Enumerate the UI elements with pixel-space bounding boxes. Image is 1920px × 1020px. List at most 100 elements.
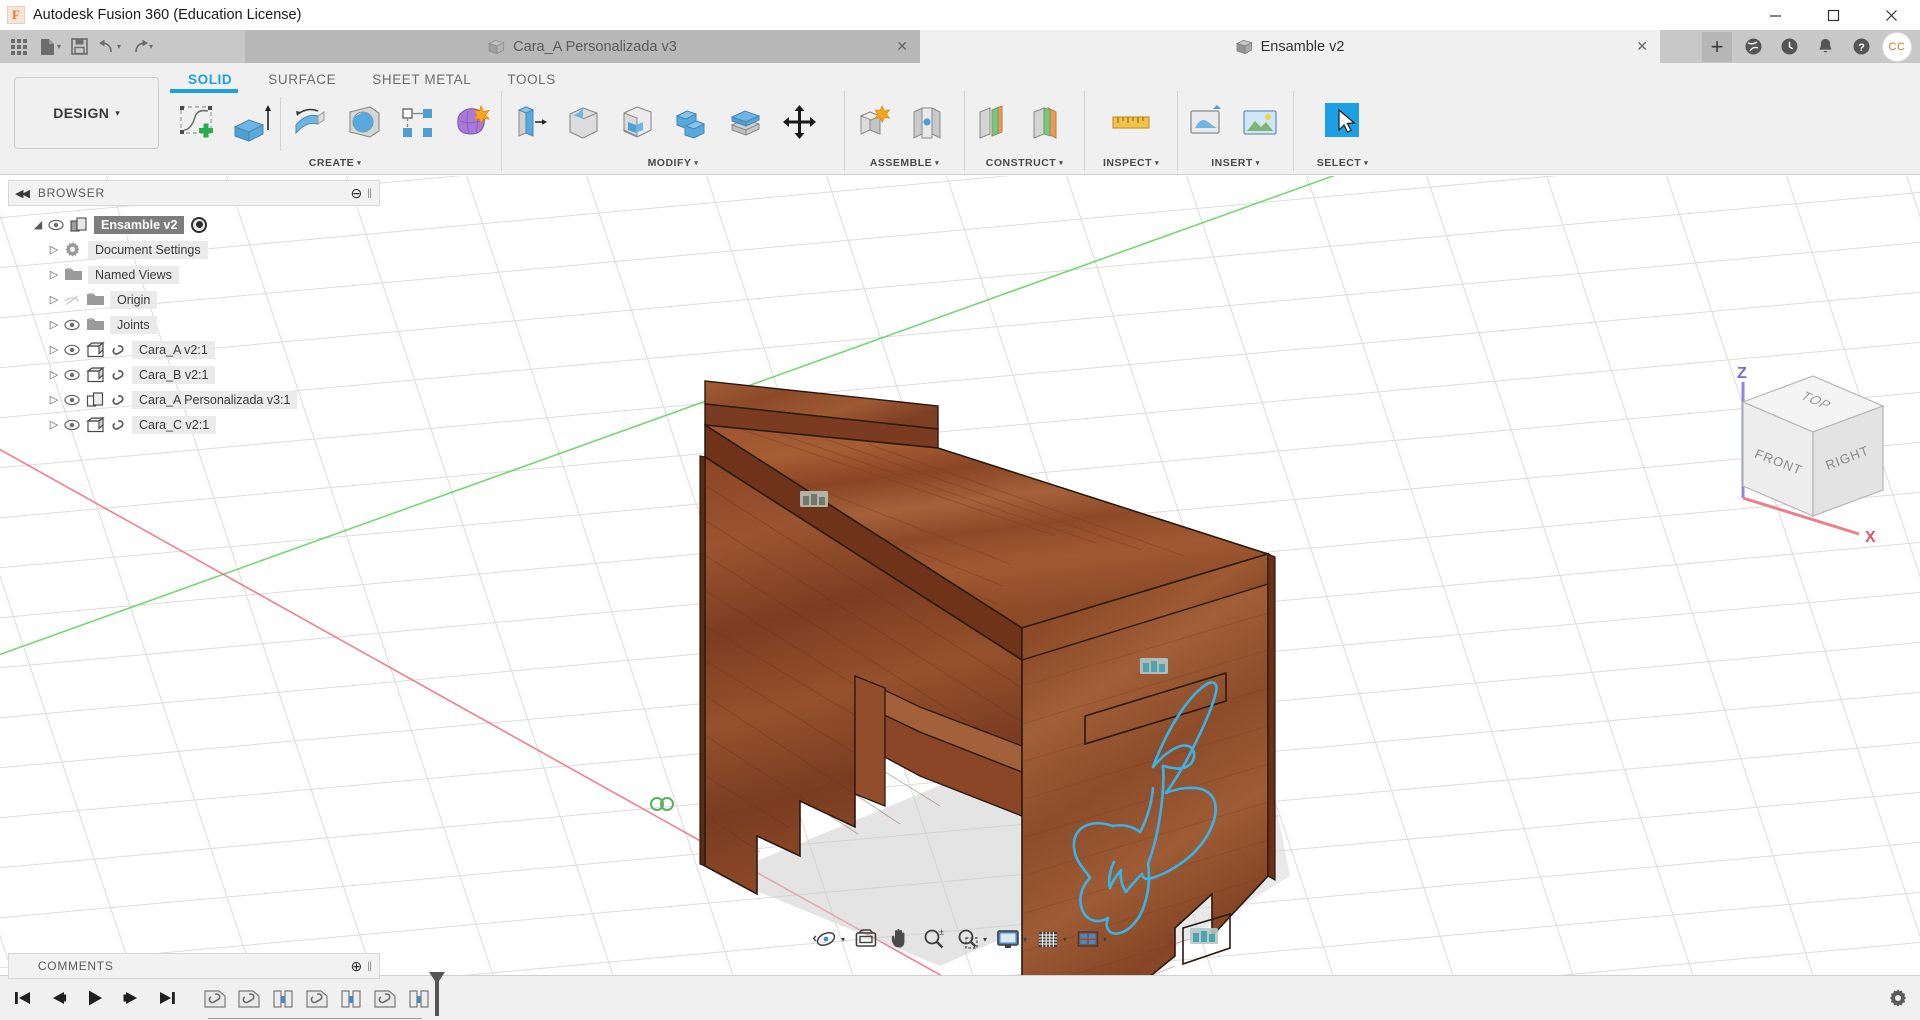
plane-at-angle-icon[interactable] [1020,93,1074,151]
ribbon-group-label-modify[interactable]: MODIFY ▾ [503,153,843,173]
shell-icon[interactable] [611,93,665,151]
tree-item-ensamble[interactable]: ◢ Ensamble v2 [8,212,380,237]
joint-icon[interactable] [900,93,954,151]
visibility-eye-icon[interactable] [64,394,86,406]
joint-marker-top[interactable] [800,491,828,507]
timeline-marker[interactable] [426,971,448,1017]
pan-button[interactable] [883,927,917,951]
timeline-feature-component-2[interactable] [338,985,364,1011]
timeline-feature-joint-2[interactable] [236,985,262,1011]
document-tab-cara-a-personalizada[interactable]: Cara_A Personalizada v3 ✕ [245,30,920,63]
timeline-feature-joint-3[interactable] [304,985,330,1011]
tree-item-cara-c[interactable]: ▷ Cara_C v2:1 [8,412,380,437]
tree-item-cara-b[interactable]: ▷ Cara_B v2:1 [8,362,380,387]
stool-middle-leg[interactable] [854,675,886,807]
tree-item-document-settings[interactable]: ▷ Document Settings [8,237,380,262]
orbit-button[interactable]: ▾ [809,927,849,951]
form-icon[interactable] [445,93,499,151]
redo-caret-icon[interactable]: ▾ [149,42,153,51]
zoom-button[interactable]: ± [917,927,951,951]
zoom-window-button[interactable]: ▾ [951,927,991,951]
insert-canvas-icon[interactable] [1233,93,1287,151]
ribbon-tab-tools[interactable]: TOOLS [489,70,574,89]
pattern-icon[interactable] [391,93,445,151]
view-cube[interactable]: Z X TOP FRONT RIGHT [1737,365,1885,546]
save-icon[interactable] [66,34,92,60]
ribbon-tab-solid[interactable]: SOLID [170,70,250,89]
panel-grip-icon[interactable]: ‖ [367,959,373,974]
bell-icon[interactable] [1810,32,1840,62]
select-cursor-icon[interactable] [1316,93,1370,151]
tree-item-joints[interactable]: ▷ Joints [8,312,380,337]
step-forward-button[interactable] [118,985,144,1011]
user-avatar[interactable]: CC [1882,31,1912,62]
chevron-down-icon[interactable]: ▾ [1023,935,1027,944]
tree-item-cara-a[interactable]: ▷ Cara_A v2:1 [8,337,380,362]
panel-grip-icon[interactable]: ‖ [367,186,373,201]
collapse-panel-icon[interactable]: ◀◀ [15,187,30,200]
help-icon[interactable]: ? [1846,32,1876,62]
fillet-icon[interactable] [557,93,611,151]
move-copy-icon[interactable] [773,93,827,151]
undo-caret-icon[interactable]: ▾ [117,42,121,51]
visibility-eye-off-icon[interactable] [64,294,86,306]
chevron-down-icon[interactable]: ▾ [983,935,987,944]
add-comment-icon[interactable]: ⊕ [350,958,362,975]
joint-marker-lower[interactable] [1190,928,1218,944]
new-component-icon[interactable] [846,93,900,151]
tree-item-origin[interactable]: ▷ Origin [8,287,380,312]
press-pull-icon[interactable] [503,93,557,151]
go-to-beginning-button[interactable] [10,985,36,1011]
sweep-icon[interactable] [337,93,391,151]
ribbon-group-label-inspect[interactable]: INSPECT ▾ [1086,153,1176,173]
measure-icon[interactable] [1104,93,1158,151]
clock-icon[interactable] [1774,32,1804,62]
ribbon-group-label-assemble[interactable]: ASSEMBLE ▾ [846,153,963,173]
timeline-feature-joint-1[interactable] [202,985,228,1011]
expand-arrow-icon[interactable]: ▷ [44,268,64,281]
revolve-icon[interactable] [283,93,337,151]
timeline-feature-component-1[interactable] [270,985,296,1011]
offset-plane-icon[interactable] [966,93,1020,151]
expand-arrow-icon[interactable]: ▷ [44,243,64,256]
grid-snaps-button[interactable]: ▾ [1031,927,1071,951]
activate-component-radio[interactable] [191,216,208,233]
maximize-button[interactable] [1804,0,1862,30]
visibility-eye-icon[interactable] [64,319,86,331]
expand-arrow-icon[interactable]: ▷ [44,368,64,381]
display-settings-button[interactable]: ▾ [991,927,1031,951]
workspace-selector[interactable]: DESIGN ▾ [14,77,159,149]
expand-arrow-icon[interactable]: ▷ [44,343,64,356]
expand-arrow-icon[interactable]: ▷ [44,393,64,406]
new-tab-button[interactable]: + [1702,31,1732,62]
expand-arrow-icon[interactable]: ▷ [44,293,64,306]
joint-marker-middle[interactable] [1140,658,1168,674]
grid-apps-icon[interactable] [6,34,32,60]
tree-item-named-views[interactable]: ▷ Named Views [8,262,380,287]
insert-derive-icon[interactable] [1179,93,1233,151]
new-file-caret-icon[interactable]: ▾ [57,42,61,51]
look-at-button[interactable] [849,927,883,951]
play-button[interactable] [82,985,108,1011]
offset-face-icon[interactable] [719,93,773,151]
expand-arrow-icon[interactable]: ◢ [28,218,48,231]
combine-icon[interactable] [665,93,719,151]
browser-options-icon[interactable]: ⊖ [350,185,362,202]
close-tab-icon[interactable]: ✕ [1636,38,1648,55]
ribbon-group-label-create[interactable]: CREATE ▾ [170,153,500,173]
go-to-end-button[interactable] [154,985,180,1011]
minimize-button[interactable] [1746,0,1804,30]
tree-item-cara-a-personalizada[interactable]: ▷ Cara_A Personalizada v3:1 [8,387,380,412]
timeline-feature-joint-4[interactable] [372,985,398,1011]
ribbon-group-label-construct[interactable]: CONSTRUCT ▾ [966,153,1083,173]
ribbon-group-label-select[interactable]: SELECT ▾ [1295,153,1390,173]
create-sketch-icon[interactable] [170,93,224,151]
chevron-down-icon[interactable]: ▾ [1063,935,1067,944]
expand-arrow-icon[interactable]: ▷ [44,418,64,431]
globe-icon[interactable] [1738,32,1768,62]
ribbon-tab-surface[interactable]: SURFACE [250,70,354,89]
viewports-button[interactable]: ▾ [1071,927,1111,951]
visibility-eye-icon[interactable] [48,219,70,231]
timeline-settings-icon[interactable] [1888,988,1908,1008]
extrude-icon[interactable] [224,93,278,151]
